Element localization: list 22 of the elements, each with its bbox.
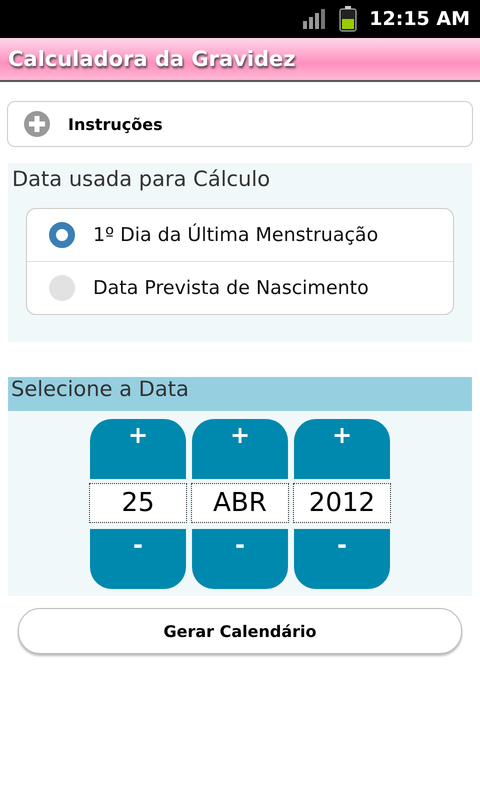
date-field[interactable]: ABR bbox=[191, 483, 289, 523]
date-field[interactable]: 25 bbox=[89, 483, 187, 523]
radio-button[interactable] bbox=[49, 275, 75, 301]
decrement-button[interactable]: - bbox=[192, 529, 288, 589]
increment-button[interactable]: + bbox=[294, 419, 390, 479]
radio-label[interactable]: 1º Dia da Última Menstruação bbox=[93, 224, 378, 246]
increment-button[interactable]: + bbox=[192, 419, 288, 479]
section-heading: Data usada para Cálculo bbox=[12, 167, 272, 191]
battery-icon bbox=[339, 6, 358, 32]
generate-calendar-button[interactable]: Gerar Calendário bbox=[18, 608, 462, 654]
radio-button[interactable] bbox=[49, 222, 75, 248]
section-heading: Selecione a Data bbox=[8, 377, 472, 411]
instructions-toggle[interactable]: Instruções bbox=[7, 101, 473, 147]
plus-circle-icon bbox=[24, 111, 50, 137]
radio-label[interactable]: Data Prevista de Nascimento bbox=[93, 277, 369, 299]
decrement-button[interactable]: - bbox=[294, 529, 390, 589]
increment-button[interactable]: + bbox=[90, 419, 186, 479]
decrement-button[interactable]: - bbox=[90, 529, 186, 589]
signal-icon bbox=[303, 9, 328, 29]
date-field[interactable]: 2012 bbox=[293, 483, 391, 523]
status-time: 12:15 AM bbox=[369, 8, 470, 30]
app-title: Calculadora da Gravidez bbox=[8, 47, 296, 71]
